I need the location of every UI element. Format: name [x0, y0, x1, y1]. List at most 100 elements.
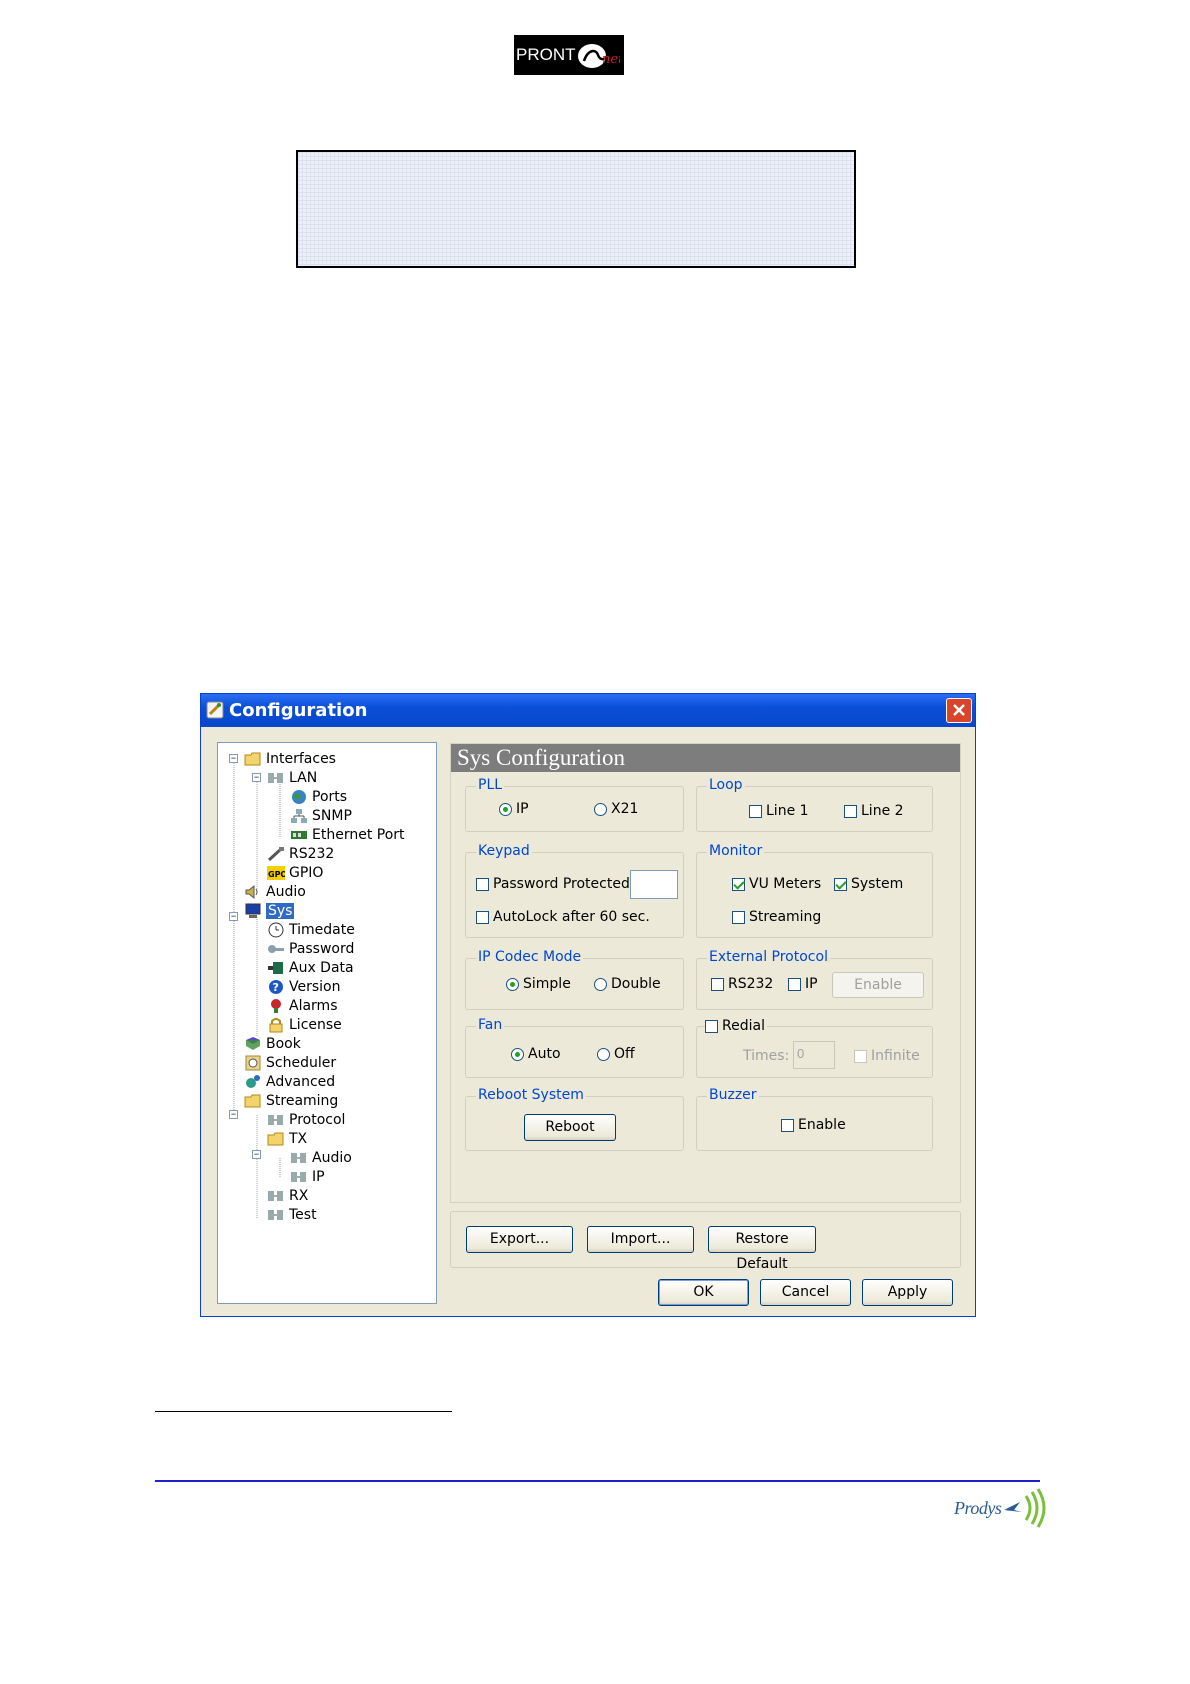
ext-enable-button[interactable]: Enable: [832, 972, 924, 998]
tree-label: Test: [289, 1207, 317, 1223]
footer-rule: [155, 1480, 1040, 1482]
tree-item-snmp[interactable]: SNMP: [290, 807, 352, 825]
buzzer-group: Buzzer Enable: [696, 1087, 933, 1151]
pll-ip-radio[interactable]: IP: [499, 800, 529, 818]
tree-item-version[interactable]: ? Version: [267, 978, 340, 996]
network-icon: [291, 1153, 306, 1163]
config-app-icon: [206, 701, 224, 719]
password-protected-checkbox[interactable]: Password Protected: [476, 875, 630, 893]
tree-item-lan[interactable]: LAN: [267, 769, 317, 787]
tree-item-audio[interactable]: Audio: [244, 883, 306, 901]
checkbox-box: [781, 1118, 794, 1132]
ok-button[interactable]: OK: [658, 1279, 749, 1306]
tree-item-password[interactable]: Password: [267, 940, 354, 958]
ext-rs232-checkbox[interactable]: RS232: [711, 975, 773, 993]
checkbox-box: [711, 977, 724, 991]
tree-label: Version: [289, 979, 341, 995]
tree-item-protocol[interactable]: Protocol: [267, 1111, 345, 1129]
loop-line2-checkbox[interactable]: Line 2: [844, 802, 904, 820]
tree-label: Interfaces: [266, 751, 336, 767]
tree-label: Ethernet Port: [312, 827, 405, 843]
tree-item-ethernet-port[interactable]: Ethernet Port: [290, 826, 405, 844]
tree-item-aux-data[interactable]: Aux Data: [267, 959, 354, 977]
aux-data-icon: [268, 962, 283, 974]
sys-configuration-panel: Sys Configuration PLL IP X21 Loop Line 1…: [450, 743, 961, 1203]
loop-group: Loop Line 1 Line 2: [696, 777, 933, 832]
tree-label: Protocol: [289, 1112, 346, 1128]
tree-item-alarms[interactable]: Alarms: [267, 997, 338, 1015]
tree-item-tx[interactable]: TX: [267, 1130, 307, 1148]
title-bar[interactable]: Configuration: [201, 694, 975, 727]
pll-group-label: PLL: [476, 777, 505, 793]
tree-item-license[interactable]: License: [267, 1016, 342, 1034]
checkbox-label: Streaming: [749, 909, 822, 925]
reboot-button[interactable]: Reboot: [524, 1114, 616, 1141]
checkbox-box: [732, 877, 745, 891]
expander-lan[interactable]: −: [252, 773, 261, 782]
network-icon: [291, 1172, 306, 1182]
svg-text:?: ?: [273, 981, 279, 994]
tree-item-gpio[interactable]: GPO GPIO: [267, 864, 323, 882]
checkbox-box: [844, 804, 857, 818]
tree-item-scheduler[interactable]: Scheduler: [244, 1054, 336, 1072]
tree-item-timedate[interactable]: Timedate: [267, 921, 355, 939]
checkbox-label: RS232: [728, 976, 774, 992]
redial-infinite-checkbox[interactable]: Infinite: [854, 1047, 920, 1065]
redial-checkbox[interactable]: Redial: [705, 1017, 767, 1035]
tree-item-book[interactable]: Book: [244, 1035, 301, 1053]
radio-label: IP: [516, 801, 529, 817]
tree-item-rx[interactable]: RX: [267, 1187, 308, 1205]
tree-item-tx-ip[interactable]: IP: [290, 1168, 325, 1186]
advanced-icon: [246, 1075, 260, 1088]
loop-line1-checkbox[interactable]: Line 1: [749, 802, 809, 820]
tree-item-ports[interactable]: Ports: [290, 788, 347, 806]
reboot-system-label: Reboot System: [476, 1087, 586, 1103]
logo-script-text: net: [602, 52, 620, 67]
radio-label: Double: [611, 976, 661, 992]
redial-times-input[interactable]: 0: [793, 1041, 835, 1069]
fan-off-radio[interactable]: Off: [597, 1045, 635, 1063]
help-icon: ?: [269, 980, 283, 994]
tree-item-tx-audio[interactable]: Audio: [290, 1149, 352, 1167]
tree-label: RS232: [289, 846, 335, 862]
radio-circle: [594, 977, 607, 991]
logo-script-mark: net: [577, 43, 620, 68]
restore-default-button[interactable]: Restore Default: [708, 1226, 816, 1272]
system-checkbox[interactable]: System: [834, 875, 903, 893]
checkbox-box: [788, 977, 801, 991]
tree-item-advanced[interactable]: Advanced: [244, 1073, 335, 1091]
checkbox-box: [834, 877, 847, 891]
streaming-checkbox[interactable]: Streaming: [732, 908, 821, 926]
codec-simple-radio[interactable]: Simple: [506, 975, 571, 993]
prodys-bird-waves-icon: [1004, 1488, 1046, 1528]
config-tree[interactable]: − − − − − Interfaces LAN Ports SNMP Ethe…: [217, 742, 437, 1304]
clock-icon: [268, 922, 284, 938]
apply-button[interactable]: Apply: [862, 1279, 953, 1306]
codec-double-radio[interactable]: Double: [594, 975, 661, 993]
keypad-group: Keypad Password Protected AutoLock after…: [465, 843, 684, 938]
tree-item-interfaces[interactable]: Interfaces: [244, 750, 336, 768]
vu-meters-checkbox[interactable]: VU Meters: [732, 875, 821, 893]
tree-item-rs232[interactable]: RS232: [267, 845, 334, 863]
password-input[interactable]: [630, 870, 678, 899]
buzzer-enable-checkbox[interactable]: Enable: [781, 1116, 846, 1134]
fan-group: Fan Auto Off: [465, 1017, 684, 1078]
autolock-checkbox[interactable]: AutoLock after 60 sec.: [476, 908, 650, 926]
close-button[interactable]: [946, 698, 972, 723]
expander-sys[interactable]: −: [229, 912, 238, 921]
pll-x21-radio[interactable]: X21: [594, 800, 638, 818]
expander-interfaces[interactable]: −: [229, 754, 238, 763]
import-button[interactable]: Import...: [587, 1226, 694, 1253]
tree-label: Audio: [312, 1150, 352, 1166]
tree-item-sys[interactable]: Sys: [244, 902, 295, 920]
tree-item-test[interactable]: Test: [267, 1206, 317, 1224]
fan-auto-radio[interactable]: Auto: [511, 1045, 561, 1063]
expander-tx[interactable]: −: [252, 1150, 261, 1159]
expander-streaming[interactable]: −: [229, 1110, 238, 1119]
cancel-button[interactable]: Cancel: [760, 1279, 851, 1306]
tree-item-streaming[interactable]: Streaming: [244, 1092, 338, 1110]
ext-ip-checkbox[interactable]: IP: [788, 975, 818, 993]
folder-icon: [267, 1132, 284, 1146]
export-button[interactable]: Export...: [466, 1226, 573, 1253]
redial-group: Redial Times: 0 Infinite: [696, 1017, 933, 1078]
